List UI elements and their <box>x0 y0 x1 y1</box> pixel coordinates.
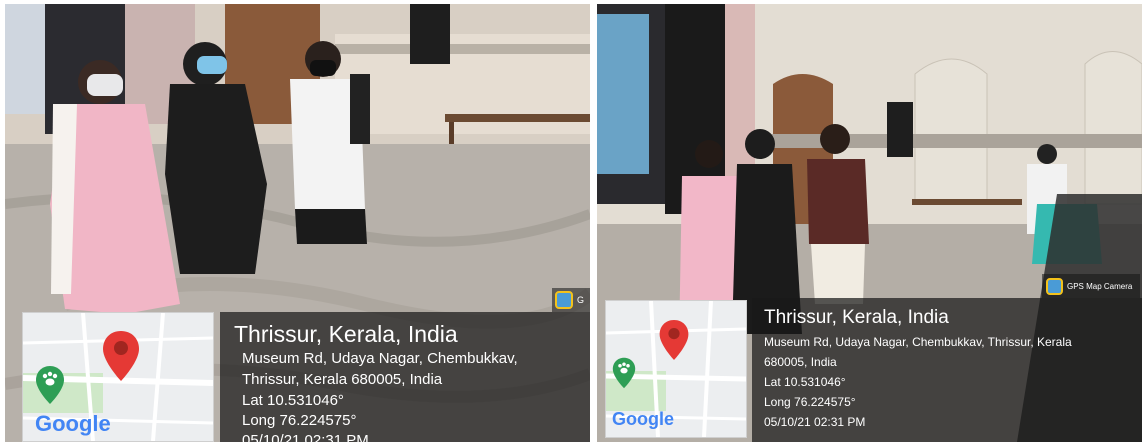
gps-map-camera-icon <box>555 291 573 309</box>
photo-right: GPS Map Camera Thrissur, Kerala, India M… <box>597 4 1142 442</box>
paw-poi-icon <box>36 366 64 404</box>
location-title: Thrissur, Kerala, India <box>764 307 949 328</box>
gps-badge-label: G <box>577 295 585 305</box>
gps-map-camera-icon <box>1046 277 1063 295</box>
location-title: Thrissur, Kerala, India <box>234 321 458 347</box>
gps-badge-label: GPS Map Camera <box>1067 281 1133 291</box>
mini-map-right: Google <box>605 300 747 438</box>
photo-left: G Thrissur, Kerala, India Museum Rd, Uda… <box>5 4 590 442</box>
google-logo: Google <box>612 409 674 430</box>
paw-poi-icon <box>612 357 636 389</box>
location-overlay-right: Thrissur, Kerala, India Museum Rd, Udaya… <box>752 298 1142 442</box>
longitude: Long 76.224575° <box>764 395 856 409</box>
google-logo: Google <box>35 411 111 437</box>
gps-map-camera-badge: G <box>552 288 590 312</box>
location-overlay-left: Thrissur, Kerala, India Museum Rd, Udaya… <box>220 312 590 442</box>
timestamp: 05/10/21 02:31 PM <box>764 415 866 429</box>
map-pin-icon <box>103 331 139 381</box>
latitude: Lat 10.531046° <box>242 392 344 409</box>
address-line-1: Museum Rd, Udaya Nagar, Chembukkav, <box>242 350 518 367</box>
google-logo-text: Google <box>35 411 111 436</box>
timestamp: 05/10/21 02:31 PM <box>242 432 369 442</box>
latitude: Lat 10.531046° <box>764 375 846 389</box>
address-line-2: 680005, India <box>764 355 837 369</box>
mini-map-left: Google <box>22 312 214 442</box>
map-pin-icon <box>659 320 689 360</box>
gps-map-camera-badge: GPS Map Camera <box>1042 274 1141 298</box>
address-line-1: Museum Rd, Udaya Nagar, Chembukkav, Thri… <box>764 335 1072 349</box>
google-logo-text: Google <box>612 409 674 429</box>
longitude: Long 76.224575° <box>242 412 357 429</box>
address-line-2: Thrissur, Kerala 680005, India <box>242 371 443 388</box>
